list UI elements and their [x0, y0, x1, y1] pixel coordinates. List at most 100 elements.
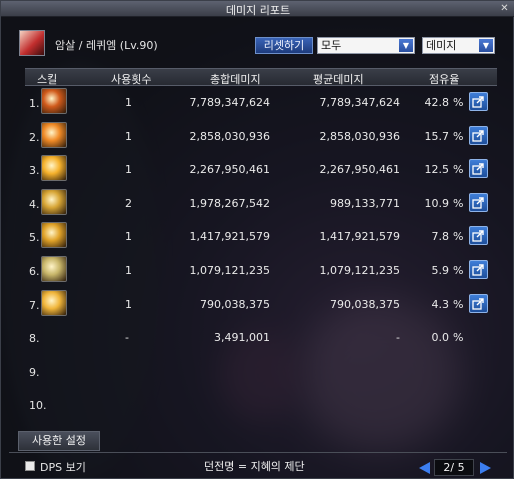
- skill-icon-7: [41, 290, 67, 316]
- table-row: 6. 1 1,079,121,235 1,079,121,235 5.9%: [25, 255, 497, 287]
- skill-icon-3: [41, 155, 67, 181]
- table-row: 2. 1 2,858,030,936 2,858,030,936 15.7%: [25, 121, 497, 153]
- total-damage: 1,417,921,579: [189, 230, 270, 243]
- reset-button[interactable]: 리셋하기: [255, 37, 313, 54]
- table-row: 7. 1 790,038,375 790,038,375 4.3%: [25, 289, 497, 321]
- title-bar[interactable]: 데미지 리포트 ✕: [1, 1, 514, 17]
- total-damage: 7,789,347,624: [189, 96, 270, 109]
- character-name: 암살 / 레퀴엠 (Lv.90): [55, 39, 158, 52]
- metric-filter-select[interactable]: 데미지 ▼: [422, 37, 495, 54]
- chevron-down-icon[interactable]: ▼: [479, 39, 493, 52]
- use-count: -: [125, 331, 129, 344]
- column-total: 총합데미지: [210, 73, 261, 86]
- damage-share: 12.5: [424, 163, 450, 176]
- damage-share: 42.8: [424, 96, 450, 109]
- next-page-icon[interactable]: [480, 462, 491, 474]
- table-header: 스킬 사용횟수 총합데미지 평균데미지 점유율: [25, 68, 497, 86]
- table-row: 3. 1 2,267,950,461 2,267,950,461 12.5%: [25, 154, 497, 186]
- detail-button[interactable]: [469, 226, 488, 245]
- damage-share: 0.0: [431, 331, 450, 344]
- damage-share: 4.3: [431, 298, 450, 311]
- skill-icon-6: [41, 256, 67, 282]
- rank-number: 1.: [29, 97, 40, 110]
- avatar: [19, 30, 45, 56]
- percent-sign: %: [453, 298, 464, 311]
- rank-number: 3.: [29, 164, 40, 177]
- use-count: 1: [125, 230, 132, 243]
- percent-sign: %: [453, 96, 464, 109]
- dps-checkbox[interactable]: [25, 461, 35, 471]
- damage-share: 10.9: [424, 197, 450, 210]
- use-count: 1: [125, 96, 132, 109]
- share-icon: [472, 163, 484, 175]
- table-row: 10.: [25, 389, 497, 421]
- settings-tab[interactable]: 사용한 설정: [18, 431, 100, 451]
- share-icon: [472, 197, 484, 209]
- total-damage: 1,079,121,235: [189, 264, 270, 277]
- rank-number: 5.: [29, 231, 40, 244]
- column-average: 평균데미지: [313, 73, 364, 86]
- dps-label: DPS 보기: [40, 461, 86, 474]
- average-damage: 2,858,030,936: [319, 130, 400, 143]
- rank-number: 9.: [29, 366, 40, 379]
- use-count: 1: [125, 264, 132, 277]
- percent-sign: %: [453, 331, 464, 344]
- damage-share: 7.8: [431, 230, 450, 243]
- percent-sign: %: [453, 197, 464, 210]
- target-filter-select[interactable]: 모두 ▼: [317, 37, 415, 54]
- average-damage: -: [396, 331, 400, 344]
- table-row: 5. 1 1,417,921,579 1,417,921,579 7.8%: [25, 221, 497, 253]
- average-damage: 1,079,121,235: [319, 264, 400, 277]
- footer-divider: [9, 452, 507, 453]
- table-row: 4. 2 1,978,267,542 989,133,771 10.9%: [25, 188, 497, 220]
- share-icon: [472, 96, 484, 108]
- chevron-down-icon[interactable]: ▼: [399, 39, 413, 52]
- rank-number: 7.: [29, 299, 40, 312]
- column-skill: 스킬: [37, 73, 58, 86]
- detail-button[interactable]: [469, 260, 488, 279]
- detail-button[interactable]: [469, 126, 488, 145]
- total-damage: 2,858,030,936: [189, 130, 270, 143]
- share-icon: [472, 130, 484, 142]
- percent-sign: %: [453, 230, 464, 243]
- detail-button[interactable]: [469, 92, 488, 111]
- prev-page-icon[interactable]: [419, 462, 430, 474]
- page-indicator: 2/ 5: [434, 459, 474, 476]
- table-row: 8. - 3,491,001 - 0.0%: [25, 322, 497, 354]
- average-damage: 2,267,950,461: [319, 163, 400, 176]
- skill-icon-4: [41, 189, 67, 215]
- damage-share: 15.7: [424, 130, 450, 143]
- percent-sign: %: [453, 130, 464, 143]
- share-icon: [472, 264, 484, 276]
- close-icon[interactable]: ✕: [499, 3, 510, 14]
- detail-button[interactable]: [469, 193, 488, 212]
- skill-icon-5: [41, 222, 67, 248]
- rank-number: 4.: [29, 198, 40, 211]
- detail-button[interactable]: [469, 294, 488, 313]
- percent-sign: %: [453, 264, 464, 277]
- rank-number: 10.: [29, 399, 47, 412]
- window-title: 데미지 리포트: [225, 4, 291, 17]
- total-damage: 3,491,001: [214, 331, 270, 344]
- share-icon: [472, 230, 484, 242]
- skill-icon-1: [41, 88, 67, 114]
- average-damage: 1,417,921,579: [319, 230, 400, 243]
- table-row: 1. 1 7,789,347,624 7,789,347,624 42.8%: [25, 87, 497, 119]
- detail-button[interactable]: [469, 159, 488, 178]
- percent-sign: %: [453, 163, 464, 176]
- use-count: 1: [125, 298, 132, 311]
- use-count: 1: [125, 163, 132, 176]
- damage-share: 5.9: [431, 264, 450, 277]
- average-damage: 790,038,375: [330, 298, 400, 311]
- average-damage: 989,133,771: [330, 197, 400, 210]
- table-row: 9.: [25, 356, 497, 388]
- use-count: 2: [125, 197, 132, 210]
- damage-report-window: 데미지 리포트 ✕ 암살 / 레퀴엠 (Lv.90) 리셋하기 모두 ▼ 데미지…: [0, 0, 514, 479]
- column-count: 사용횟수: [111, 73, 152, 86]
- column-share: 점유율: [429, 73, 460, 86]
- share-icon: [472, 298, 484, 310]
- rank-number: 2.: [29, 131, 40, 144]
- average-damage: 7,789,347,624: [319, 96, 400, 109]
- skill-icon-2: [41, 122, 67, 148]
- metric-filter-value: 데미지: [426, 39, 457, 52]
